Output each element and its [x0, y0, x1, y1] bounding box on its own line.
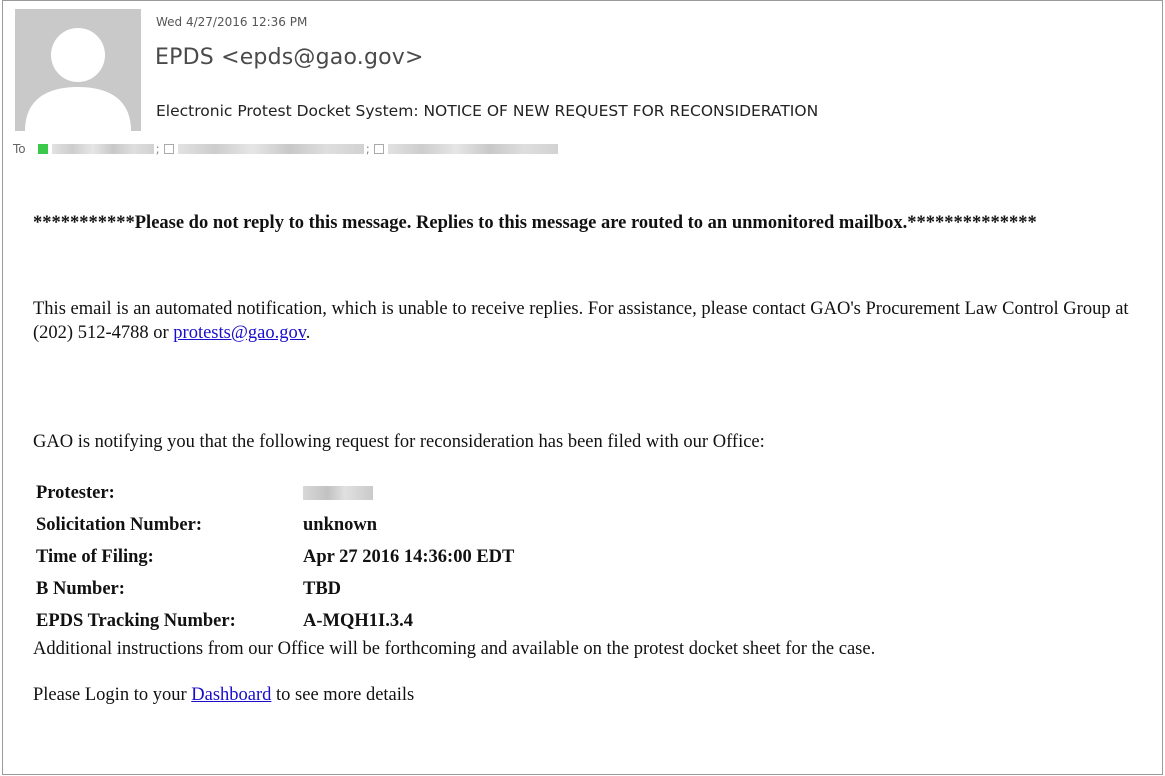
protests-email-link[interactable]: protests@gao.gov: [173, 323, 305, 343]
table-row: Protester:: [36, 477, 514, 509]
intro-end: .: [305, 323, 311, 343]
recipient-separator: ;: [365, 142, 370, 156]
intro-paragraph: This email is an automated notification,…: [33, 297, 1153, 345]
presence-status-icon: [163, 144, 174, 154]
table-row: Time of Filing: Apr 27 2016 14:36:00 EDT: [36, 541, 514, 573]
detail-value: unknown: [303, 514, 378, 535]
table-row: EPDS Tracking Number: A-MQH1I.3.4: [36, 605, 514, 637]
presence-status-icon: [373, 144, 384, 154]
email-reading-pane: Wed 4/27/2016 12:36 PM EPDS <epds@gao.go…: [2, 0, 1163, 775]
detail-label: Solicitation Number:: [36, 514, 202, 535]
details-table: Protester: Solicitation Number: unknown …: [36, 477, 514, 637]
login-prefix: Please Login to your: [33, 685, 192, 705]
detail-label: Protester:: [36, 482, 115, 503]
message-date: Wed 4/27/2016 12:36 PM: [156, 15, 308, 29]
login-suffix: to see more details: [271, 685, 415, 705]
dashboard-link[interactable]: Dashboard: [191, 685, 271, 705]
sender-name[interactable]: EPDS <epds@gao.gov>: [155, 45, 424, 70]
detail-label: EPDS Tracking Number:: [36, 610, 236, 631]
sender-avatar: [15, 9, 141, 131]
detail-label: B Number:: [36, 578, 125, 599]
to-label: To: [13, 142, 26, 156]
notify-paragraph: GAO is notifying you that the following …: [33, 432, 765, 452]
table-row: Solicitation Number: unknown: [36, 509, 514, 541]
recipient-separator: ;: [155, 142, 160, 156]
recipient-redacted[interactable]: [177, 144, 364, 154]
detail-value: Apr 27 2016 14:36:00 EDT: [303, 546, 515, 567]
recipient-redacted[interactable]: [387, 144, 558, 154]
recipients-row: To ; ;: [13, 139, 558, 159]
presence-status-icon: [37, 144, 48, 154]
protester-redacted: [303, 486, 373, 501]
person-silhouette-icon: [15, 9, 141, 131]
table-row: B Number: TBD: [36, 573, 514, 605]
detail-value: [303, 477, 514, 509]
detail-value: TBD: [303, 578, 342, 599]
login-paragraph: Please Login to your Dashboard to see mo…: [33, 683, 414, 707]
recipient-redacted[interactable]: [51, 144, 154, 154]
detail-value: A-MQH1I.3.4: [303, 610, 413, 631]
detail-label: Time of Filing:: [36, 546, 154, 567]
additional-instructions: Additional instructions from our Office …: [33, 639, 876, 659]
message-subject: Electronic Protest Docket System: NOTICE…: [156, 102, 819, 120]
no-reply-warning: ***********Please do not reply to this m…: [33, 213, 1037, 233]
